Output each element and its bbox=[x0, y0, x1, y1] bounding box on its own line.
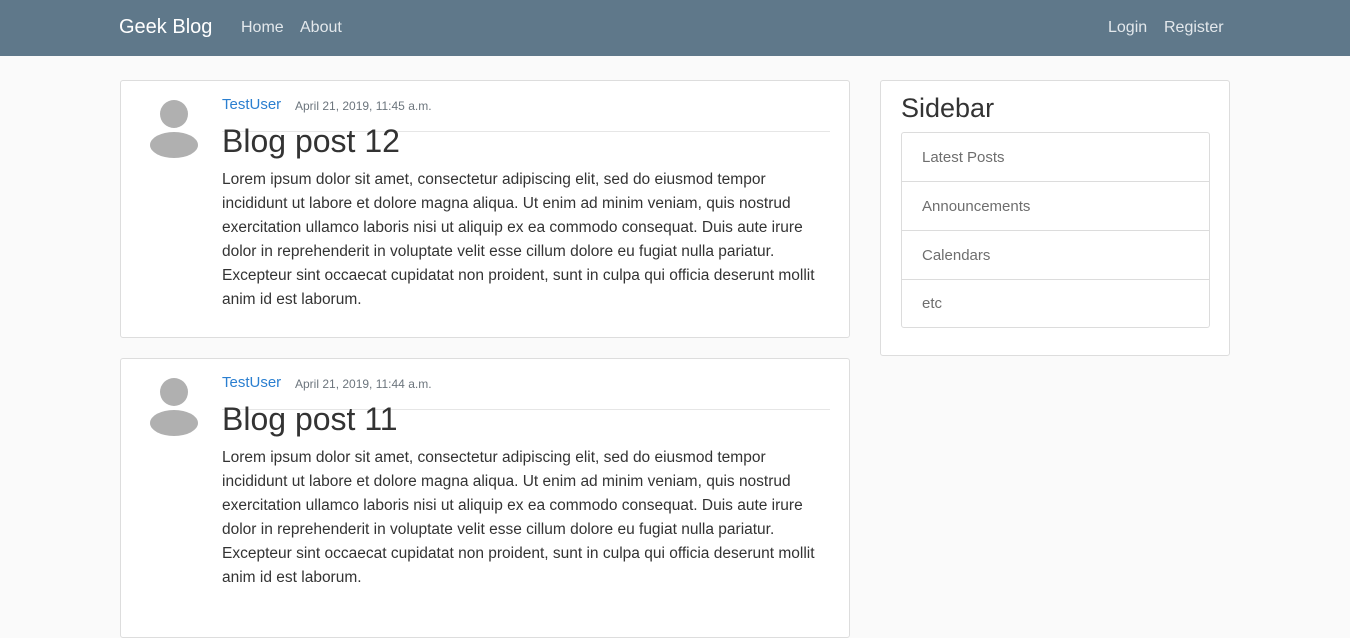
post-author-link[interactable]: TestUser bbox=[222, 374, 281, 391]
user-avatar-icon bbox=[150, 100, 198, 158]
post-title-link[interactable]: Blog post 12 bbox=[222, 123, 400, 160]
nav-link-about[interactable]: About bbox=[300, 19, 342, 37]
sidebar-list: Latest Posts Announcements Calendars etc bbox=[901, 132, 1210, 328]
user-avatar-icon bbox=[150, 378, 198, 436]
brand-link[interactable]: Geek Blog bbox=[119, 16, 212, 39]
post-date: April 21, 2019, 11:44 a.m. bbox=[295, 377, 432, 391]
sidebar-item-etc[interactable]: etc bbox=[902, 280, 1209, 327]
post-author-link[interactable]: TestUser bbox=[222, 96, 281, 113]
sidebar-title: Sidebar bbox=[901, 93, 995, 123]
sidebar-item-announcements[interactable]: Announcements bbox=[902, 182, 1209, 231]
nav-link-login[interactable]: Login bbox=[1108, 19, 1147, 37]
sidebar-item-latest-posts[interactable]: Latest Posts bbox=[902, 133, 1209, 182]
nav-link-home[interactable]: Home bbox=[241, 19, 284, 37]
blog-post-card: TestUser April 21, 2019, 11:44 a.m. Blog… bbox=[120, 358, 850, 638]
nav-link-register[interactable]: Register bbox=[1164, 19, 1224, 37]
blog-post-card: TestUser April 21, 2019, 11:45 a.m. Blog… bbox=[120, 80, 850, 338]
sidebar-item-calendars[interactable]: Calendars bbox=[902, 231, 1209, 280]
post-title-link[interactable]: Blog post 11 bbox=[222, 401, 398, 438]
sidebar: Sidebar Latest Posts Announcements Calen… bbox=[880, 80, 1230, 356]
post-date: April 21, 2019, 11:45 a.m. bbox=[295, 99, 432, 113]
top-navbar: Geek Blog Home About Login Register bbox=[0, 0, 1350, 56]
post-content: Lorem ipsum dolor sit amet, consectetur … bbox=[222, 449, 815, 586]
post-content: Lorem ipsum dolor sit amet, consectetur … bbox=[222, 171, 815, 308]
